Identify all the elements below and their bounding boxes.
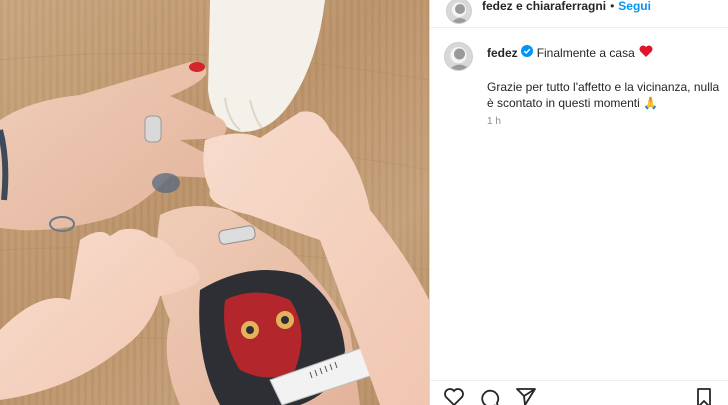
header-separator: • (610, 0, 615, 13)
post-timestamp[interactable]: 1 h (487, 116, 501, 127)
caption-title: Finalmente a casa (536, 45, 635, 60)
action-bar (430, 380, 728, 405)
caption-body: Grazie per tutto l'affetto e la vicinanz… (487, 80, 720, 110)
follow-button[interactable]: Segui (618, 0, 651, 13)
send-icon[interactable] (516, 388, 536, 405)
comment-icon[interactable] (480, 388, 500, 405)
adult-hand-left (0, 61, 227, 232)
author-avatar[interactable] (446, 0, 472, 24)
post-image-illustration (0, 0, 429, 405)
person-icon (451, 4, 469, 23)
caption-first-line: fedez Finalmente a casa (487, 45, 653, 60)
post-side-panel: fedez e chiaraferragni • Segui fedez Final… (430, 0, 728, 405)
caption-username[interactable]: fedez (487, 46, 518, 60)
verified-badge-icon (520, 45, 533, 60)
heart-icon[interactable] (444, 388, 464, 405)
header-usernames[interactable]: fedez e chiaraferragni (482, 0, 606, 13)
person-icon (449, 48, 470, 70)
post-header-text: fedez e chiaraferragni • Segui (482, 0, 651, 13)
caption-avatar[interactable] (444, 42, 473, 71)
red-heart-icon (639, 45, 653, 60)
post-image[interactable] (0, 0, 429, 405)
post-header: fedez e chiaraferragni • Segui (430, 0, 728, 28)
bookmark-icon[interactable] (696, 388, 712, 405)
